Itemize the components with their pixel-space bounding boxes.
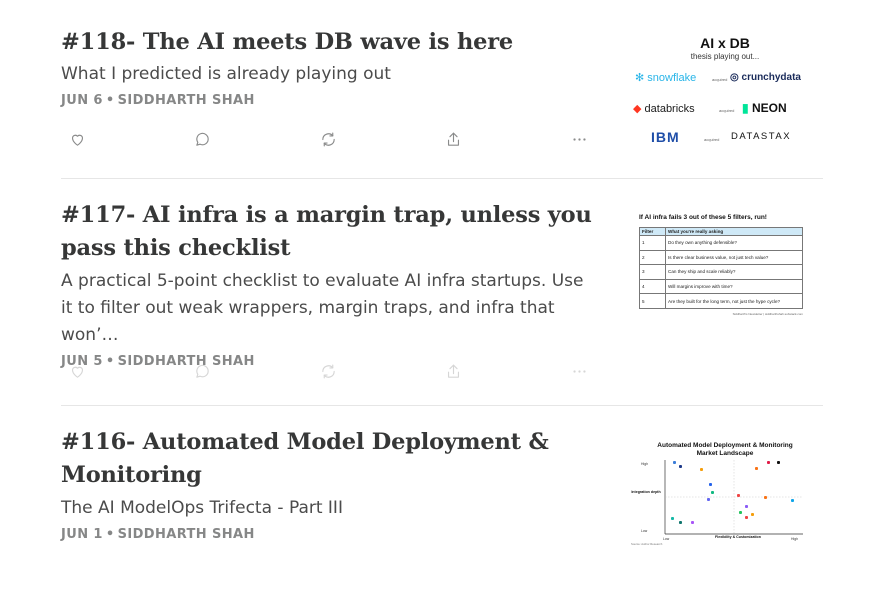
y-low-label: Low	[641, 529, 648, 533]
x-axis-label: Flexibility & Customization	[715, 535, 761, 539]
post-subtitle: The AI ModelOps Trifecta - Part III	[61, 498, 343, 518]
table-row: 1 Do they own anything defensible?	[639, 235, 803, 251]
acquired-label: acquired	[719, 108, 735, 113]
post-subtitle: What I predicted is already playing out	[61, 64, 391, 84]
like-button[interactable]	[67, 129, 87, 149]
more-button[interactable]	[569, 361, 589, 381]
heart-icon	[71, 366, 83, 378]
vendor-point	[679, 521, 682, 524]
vendor-point	[707, 498, 710, 501]
meta-separator: •	[105, 527, 115, 542]
vendor-point	[737, 494, 740, 497]
neon-logo: ▮ NEON	[742, 101, 787, 115]
post-title[interactable]: #116- Automated Model Deployment & Monit…	[61, 426, 601, 492]
post-divider	[61, 178, 823, 179]
vendor-point	[709, 483, 712, 486]
restack-icon	[321, 132, 335, 146]
post-title[interactable]: #117- AI infra is a margin trap, unless …	[61, 199, 601, 265]
post-subtitle: A practical 5-point checklist to evaluat…	[61, 271, 584, 345]
acquired-label: acquired	[712, 77, 728, 82]
meta-separator: •	[105, 93, 115, 108]
ibm-logo: IBM	[651, 129, 680, 145]
x-high-label: High	[791, 537, 798, 541]
post-date: JUN 6	[61, 93, 103, 108]
share-icon	[447, 132, 460, 146]
snowflake-logo: ✻ snowflake	[635, 72, 697, 84]
more-icon	[572, 369, 586, 373]
vendor-point	[691, 521, 694, 524]
table-header: What you're really asking	[665, 227, 803, 236]
thumbnail-subtitle: thesis playing out...	[690, 52, 760, 61]
post-author[interactable]: SIDDHARTH SHAH	[118, 93, 255, 108]
post-thumbnail[interactable]: AI x DB thesis playing out... ✻ snowflak…	[627, 27, 823, 158]
vendor-point	[711, 491, 714, 494]
vendor-point	[679, 465, 682, 468]
y-axis-label: Integration depth	[631, 490, 661, 494]
table-row: 5 Are they built for the long term, not j…	[639, 293, 803, 309]
post-thumbnail[interactable]: If AI infra fails 3 out of these 5 filte…	[627, 196, 823, 321]
share-icon	[447, 364, 460, 378]
comment-icon	[196, 132, 209, 146]
checklist-table: Filter What you're really asking 1 Do the…	[639, 227, 803, 309]
vendor-point	[745, 505, 748, 508]
vendor-point	[755, 467, 758, 470]
thumbnail-title: AI x DB	[700, 35, 750, 51]
comment-button[interactable]	[193, 361, 213, 381]
post-title[interactable]: #118- The AI meets DB wave is here	[61, 26, 601, 59]
databricks-logo: ◆ databricks	[633, 103, 695, 115]
vendor-point	[673, 461, 676, 464]
post-author[interactable]: SIDDHARTH SHAH	[118, 527, 255, 542]
vendor-point	[745, 516, 748, 519]
y-high-label: High	[641, 462, 648, 466]
thumbnail-footer: Siddharth's Newsletter | siddharthshah.s…	[732, 312, 803, 316]
table-row: 3 Can they ship and scale reliably?	[639, 264, 803, 280]
like-button[interactable]	[67, 361, 87, 381]
share-button[interactable]	[444, 129, 464, 149]
share-button[interactable]	[444, 361, 464, 381]
datastax-logo: DATASTAX	[731, 131, 792, 142]
table-header: Filter	[639, 227, 666, 236]
post-divider	[61, 405, 823, 406]
comment-button[interactable]	[193, 129, 213, 149]
restack-button[interactable]	[318, 361, 338, 381]
vendor-point	[767, 461, 770, 464]
restack-button[interactable]	[318, 129, 338, 149]
vendor-point	[751, 513, 754, 516]
post-actions	[61, 128, 591, 150]
heart-icon	[71, 134, 83, 146]
source-label: Source: Author Research	[631, 542, 663, 546]
table-row: 2 Is there clear business value, not just…	[639, 249, 803, 266]
thumbnail-heading: If AI infra fails 3 out of these 5 filte…	[639, 214, 767, 221]
x-low-label: Low	[663, 537, 670, 541]
more-button[interactable]	[569, 129, 589, 149]
post-date: JUN 1	[61, 527, 103, 542]
vendor-point	[764, 496, 767, 499]
comment-icon	[196, 364, 209, 378]
post-thumbnail[interactable]: Automated Model Deployment & Monitoring …	[627, 436, 823, 549]
more-icon	[572, 137, 586, 141]
vendor-point	[700, 468, 703, 471]
vendor-point	[791, 499, 794, 502]
restack-icon	[321, 364, 335, 378]
vendor-point	[777, 461, 780, 464]
acquired-label: acquired	[704, 137, 720, 142]
vendor-point	[671, 517, 674, 520]
table-row: 4 Will margins improve with time?	[639, 278, 803, 295]
crunchydata-logo: ◎ crunchydata	[730, 72, 801, 83]
post-actions	[61, 360, 591, 382]
vendor-point	[739, 511, 742, 514]
